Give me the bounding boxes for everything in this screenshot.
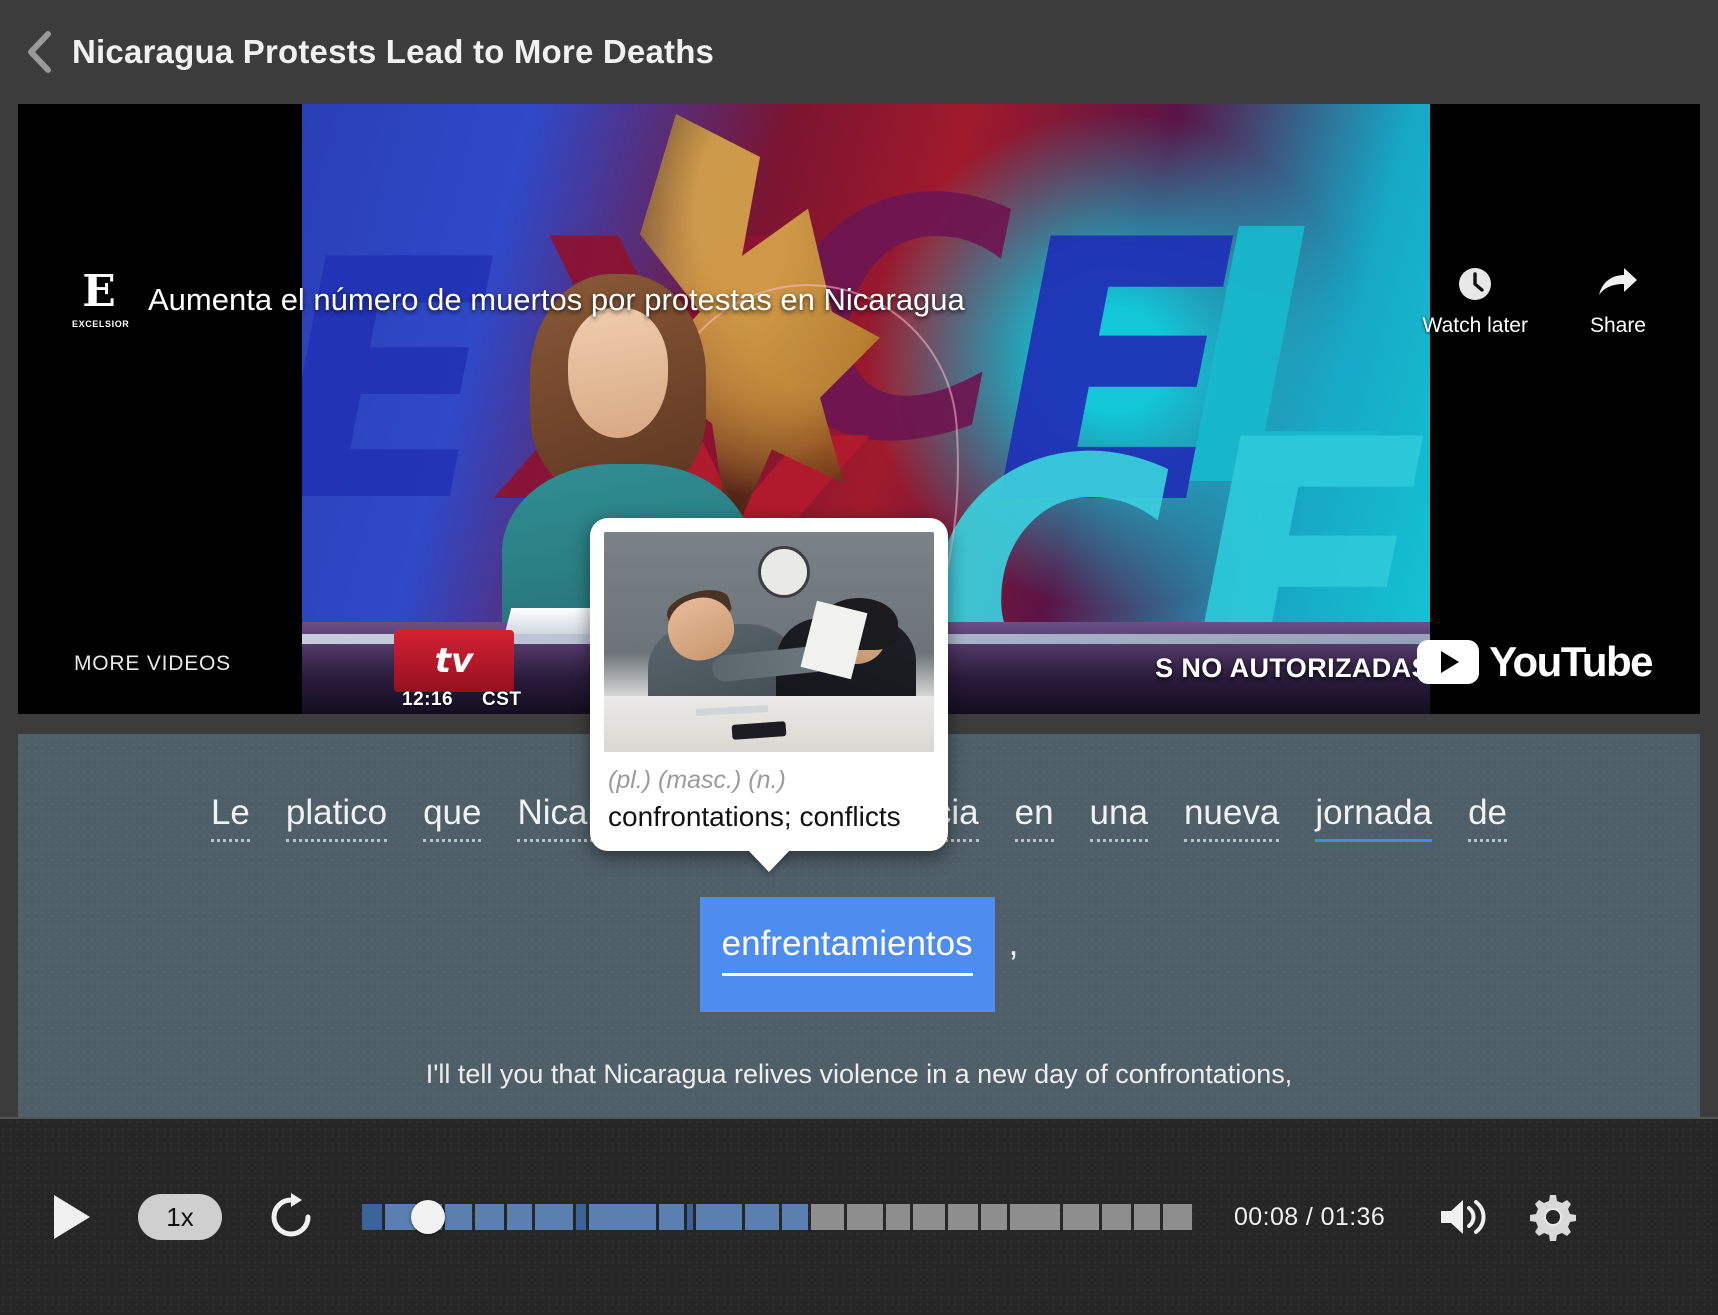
excelsior-logo-letter: E xyxy=(82,266,116,317)
play-button[interactable] xyxy=(54,1195,90,1239)
replay-button[interactable] xyxy=(266,1192,316,1242)
video-headline: Aumenta el número de muertos por protest… xyxy=(148,282,965,317)
youtube-logo[interactable]: YouTube xyxy=(1417,638,1653,686)
progress-segment[interactable] xyxy=(686,1204,693,1230)
progress-segment[interactable] xyxy=(810,1204,845,1230)
subtitle-word[interactable]: Le xyxy=(210,792,250,843)
youtube-play-icon xyxy=(1417,640,1480,684)
progress-segment[interactable] xyxy=(695,1204,742,1230)
chevron-left-icon xyxy=(28,31,51,73)
page-title: Nicaragua Protests Lead to More Deaths xyxy=(72,33,715,70)
app-root: Nicaragua Protests Lead to More Deaths E… xyxy=(0,0,1718,1315)
progress-segment[interactable] xyxy=(507,1204,532,1230)
subtitle-word[interactable]: platico xyxy=(285,792,388,843)
progress-segment[interactable] xyxy=(1162,1204,1192,1230)
selected-word-label: enfrentamientos xyxy=(721,924,973,976)
subtitle-punctuation: , xyxy=(1008,924,1019,963)
subtitle-word[interactable]: jornada xyxy=(1315,792,1432,843)
more-videos-button[interactable]: MORE VIDEOS xyxy=(74,652,231,676)
watch-later-button[interactable]: Watch later xyxy=(1423,264,1528,338)
subtitle-word[interactable]: que xyxy=(423,792,482,843)
clock-icon xyxy=(1459,268,1492,300)
translation-line: I'll tell you that Nicaragua relives vio… xyxy=(425,1059,1293,1089)
progress-segment[interactable] xyxy=(948,1204,978,1230)
word-definition-tooltip: (pl.) (masc.) (n.) confrontations; confl… xyxy=(590,518,948,872)
volume-on-icon xyxy=(1441,1200,1486,1234)
progress-segment[interactable] xyxy=(362,1204,382,1230)
broadcast-clock-time: 12:16 xyxy=(402,689,454,710)
progress-segment[interactable] xyxy=(659,1204,684,1230)
share-label: Share xyxy=(1589,314,1646,337)
progress-segment[interactable] xyxy=(1063,1204,1099,1230)
definition-part-of-speech: (pl.) (masc.) (n.) xyxy=(608,766,786,794)
selected-word-highlight[interactable]: enfrentamientos xyxy=(699,897,995,1012)
progress-segment[interactable] xyxy=(744,1204,779,1230)
selected-word-row: enfrentamientos , xyxy=(18,897,1700,1012)
progress-segment[interactable] xyxy=(913,1204,946,1230)
excelsior-logo: E EXCELSIOR xyxy=(72,266,130,330)
progress-segment[interactable] xyxy=(1101,1204,1131,1230)
progress-segment[interactable] xyxy=(1133,1204,1160,1230)
youtube-wordmark: YouTube xyxy=(1489,638,1653,685)
playback-speed-label: 1x xyxy=(166,1201,194,1232)
progress-segment[interactable] xyxy=(576,1204,586,1230)
definition-text: confrontations; conflicts xyxy=(608,801,901,832)
top-bar: Nicaragua Protests Lead to More Deaths xyxy=(0,0,1718,104)
progress-segment[interactable] xyxy=(444,1204,473,1230)
channel-badge: tv xyxy=(394,630,514,692)
channel-badge-label: tv xyxy=(434,641,474,681)
subtitle-word[interactable]: una xyxy=(1089,792,1149,843)
subtitle-word[interactable]: nueva xyxy=(1183,792,1280,843)
excelsior-logo-word: EXCELSIOR xyxy=(72,319,130,329)
progress-segment[interactable] xyxy=(1009,1204,1061,1230)
progress-segment[interactable] xyxy=(534,1204,574,1230)
watch-later-label: Watch later xyxy=(1422,314,1528,337)
definition-image xyxy=(604,532,934,752)
subtitle-word[interactable]: en xyxy=(1014,792,1054,843)
subtitle-word[interactable]: de xyxy=(1468,792,1507,843)
progress-segment[interactable] xyxy=(781,1204,808,1230)
replay-icon xyxy=(271,1193,311,1237)
playback-speed-button[interactable]: 1x xyxy=(138,1194,222,1240)
time-display: 00:08 / 01:36 xyxy=(1234,1202,1386,1231)
progress-scrubber[interactable] xyxy=(411,1200,446,1234)
settings-button[interactable] xyxy=(1529,1193,1577,1241)
progress-segment[interactable] xyxy=(980,1204,1007,1230)
gear-icon xyxy=(1530,1195,1577,1241)
lower-third-text: S NO AUTORIZADAS xyxy=(1155,653,1430,683)
share-button[interactable]: Share xyxy=(1590,264,1646,338)
player-controls: 1x 00:08 / 01:36 xyxy=(0,1117,1718,1315)
youtube-actions: Watch later Share xyxy=(1423,264,1646,338)
broadcast-clock-timezone: CST xyxy=(482,689,522,710)
back-button[interactable] xyxy=(16,29,62,75)
tooltip-arrow xyxy=(747,849,791,872)
progress-bar[interactable] xyxy=(362,1200,1192,1234)
share-arrow-icon xyxy=(1598,268,1637,295)
progress-segment[interactable] xyxy=(885,1204,911,1230)
progress-segment[interactable] xyxy=(475,1204,505,1230)
progress-segment[interactable] xyxy=(847,1204,883,1230)
progress-segment[interactable] xyxy=(588,1204,657,1230)
volume-button[interactable] xyxy=(1437,1195,1487,1239)
